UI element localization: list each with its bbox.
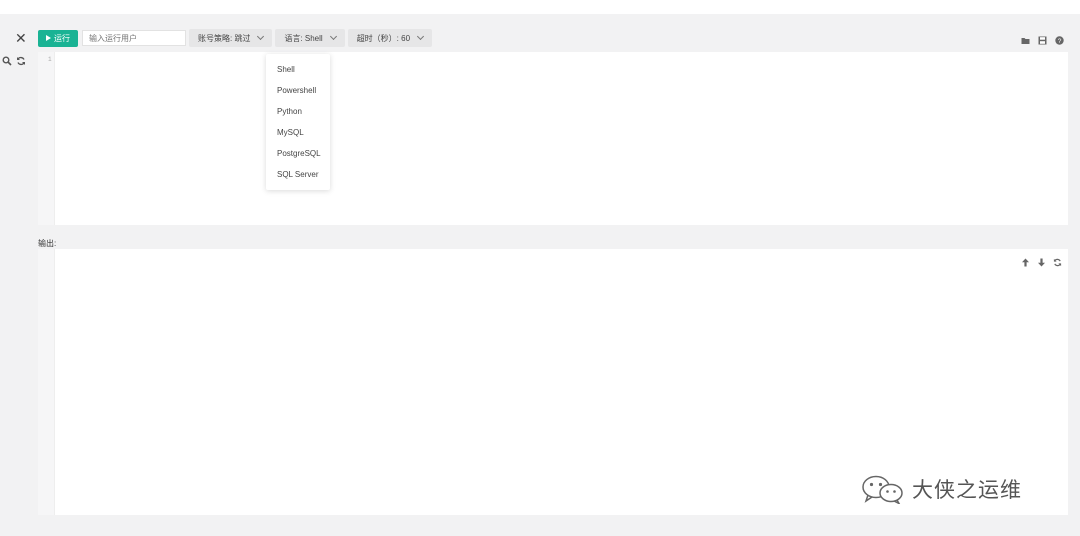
top-right-tools: ?: [1021, 32, 1064, 45]
menu-item-powershell[interactable]: Powershell: [266, 81, 330, 102]
left-panel: ✕: [0, 28, 30, 536]
chevron-down-icon: [257, 32, 265, 41]
refresh-icon[interactable]: [16, 53, 26, 66]
chevron-down-icon: [329, 32, 337, 41]
watermark: 大侠之运维: [860, 474, 1022, 504]
language-dropdown[interactable]: 语言: Shell: [275, 29, 345, 47]
menu-item-sql-server[interactable]: SQL Server: [266, 165, 330, 186]
chevron-down-icon: [416, 32, 425, 41]
code-editor[interactable]: 1: [38, 52, 1068, 225]
line-number: 1: [48, 56, 52, 63]
folder-icon[interactable]: [1021, 32, 1030, 44]
play-icon: [46, 35, 51, 41]
editor-gutter: 1: [38, 52, 55, 225]
output-gutter: [38, 249, 55, 515]
save-icon[interactable]: [1038, 32, 1047, 45]
watermark-text: 大侠之运维: [912, 478, 1022, 502]
left-tools: [2, 53, 26, 66]
menu-item-postgresql[interactable]: PostgreSQL: [266, 144, 330, 165]
close-icon[interactable]: ✕: [15, 30, 27, 47]
refresh-icon[interactable]: [1053, 254, 1062, 267]
run-label: 运行: [54, 33, 70, 43]
account-policy-label: 账号策略: 跳过: [198, 33, 251, 43]
language-dropdown-menu: Shell Powershell Python MySQL PostgreSQL…: [266, 54, 330, 190]
timeout-label: 超时（秒）: 60: [356, 33, 411, 43]
menu-item-python[interactable]: Python: [266, 102, 330, 123]
run-user-input[interactable]: [82, 30, 186, 46]
top-strip: [0, 0, 1080, 14]
output-tools: [1021, 254, 1062, 267]
arrow-down-icon[interactable]: [1037, 254, 1046, 267]
help-icon[interactable]: ?: [1055, 32, 1064, 45]
output-label: 输出:: [38, 239, 57, 248]
menu-item-mysql[interactable]: MySQL: [266, 123, 330, 144]
account-policy-dropdown[interactable]: 账号策略: 跳过: [189, 29, 273, 47]
toolbar: 运行 账号策略: 跳过 语言: Shell 超时（秒）: 60: [38, 29, 433, 47]
search-icon[interactable]: [2, 53, 12, 66]
svg-text:?: ?: [1058, 38, 1062, 45]
timeout-dropdown[interactable]: 超时（秒）: 60: [347, 29, 433, 47]
arrow-up-icon[interactable]: [1021, 254, 1030, 267]
wechat-icon: [862, 475, 903, 504]
language-label: 语言: Shell: [284, 33, 323, 43]
run-button[interactable]: 运行: [38, 29, 78, 47]
menu-item-shell[interactable]: Shell: [266, 60, 330, 81]
